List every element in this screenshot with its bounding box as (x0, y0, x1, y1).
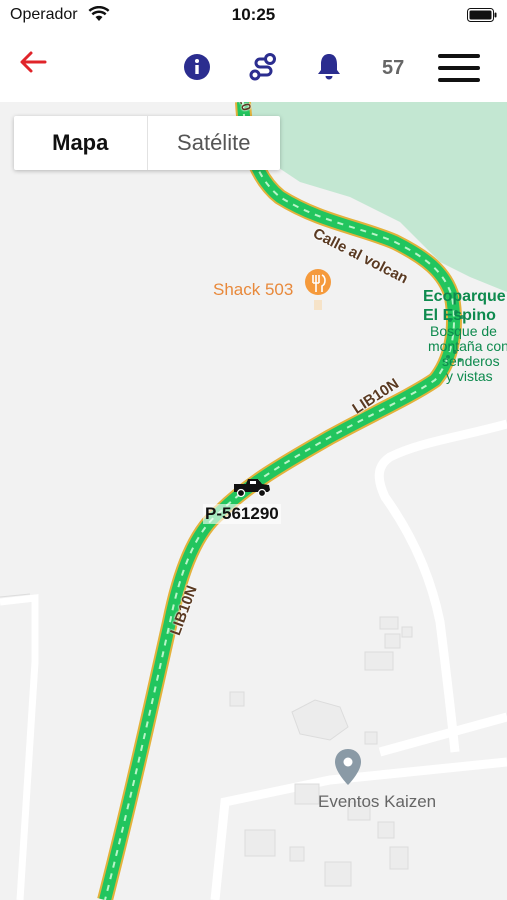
top-toolbar: 57 (0, 30, 507, 102)
poi-ecoparque-line1: Ecoparque (423, 288, 506, 305)
map-type-toggle: Mapa Satélite (14, 116, 280, 170)
map-type-satellite-button[interactable]: Satélite (146, 116, 281, 170)
battery-icon (467, 8, 497, 27)
route-icon[interactable] (249, 52, 277, 87)
poi-ecoparque-desc1: Bosque de (430, 323, 497, 339)
map-base-layer (0, 102, 507, 900)
back-button[interactable] (18, 50, 48, 79)
poi-shack-label[interactable]: Shack 503 (213, 280, 293, 300)
poi-ecoparque-label[interactable]: Ecoparque El Espino (423, 287, 506, 325)
poi-ecoparque-description: Bosque de montaña con senderos y vistas (428, 323, 507, 384)
status-bar: Operador 10:25 (0, 0, 507, 30)
vehicle-plate-label[interactable]: P-561290 (203, 504, 281, 524)
map-type-mapa-button[interactable]: Mapa (14, 116, 147, 170)
poi-eventos-label[interactable]: Eventos Kaizen (318, 792, 436, 812)
poi-ecoparque-desc3: senderos (442, 353, 500, 369)
map-view[interactable]: Mapa Satélite 10 Calle al volcan LIB10N … (0, 102, 507, 900)
bell-icon[interactable] (316, 52, 342, 87)
restaurant-pin-icon (305, 269, 331, 310)
notification-count: 57 (382, 57, 405, 79)
poi-ecoparque-desc2: montaña con (428, 338, 507, 354)
hamburger-menu-icon[interactable] (438, 54, 480, 87)
poi-ecoparque-desc4: y vistas (446, 368, 493, 384)
info-icon[interactable] (183, 53, 211, 86)
clock: 10:25 (231, 5, 276, 24)
